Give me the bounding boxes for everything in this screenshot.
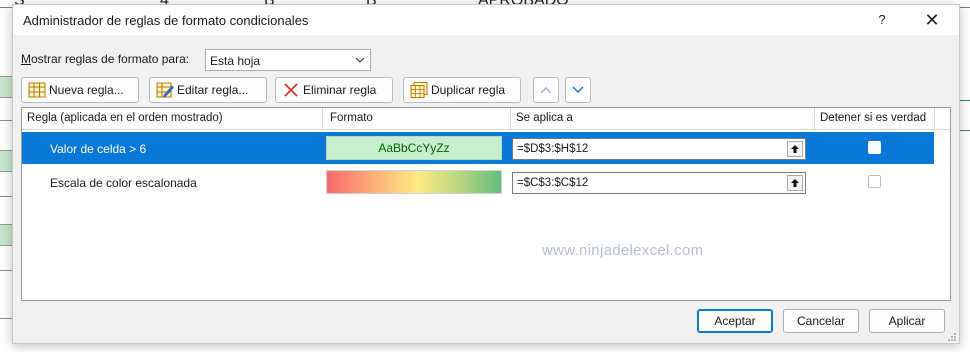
rule-row[interactable]: Valor de celda > 6 AaBbCcYyZz =$D$3:$H$1… [22, 132, 934, 164]
scope-dropdown[interactable]: Esta hoja [205, 49, 371, 71]
rules-list: Regla (aplicada en el orden mostrado) Fo… [21, 107, 951, 301]
header-stop-if-true: Detener si es verdad [820, 112, 927, 124]
header-divider [322, 108, 323, 129]
new-rule-button[interactable]: Nueva regla... [21, 77, 139, 103]
rules-toolbar: Nueva regla... Editar regla... Eliminar … [21, 77, 951, 103]
delete-icon [282, 82, 300, 98]
rule-description: Escala de color escalonada [50, 176, 197, 190]
chevron-up-icon [540, 83, 552, 97]
green-cell [0, 76, 12, 98]
format-preview [326, 170, 502, 194]
dialog-title: Administrador de reglas de formato condi… [23, 13, 309, 28]
green-cell [0, 224, 12, 246]
move-down-button[interactable] [565, 77, 591, 103]
resize-grip-icon[interactable] [947, 331, 957, 341]
grid-line [0, 270, 12, 271]
new-rule-label: Nueva regla... [49, 83, 124, 97]
duplicate-rule-label: Duplicar regla [431, 83, 506, 97]
watermark: www.ninjadelexcel.com [542, 242, 704, 259]
rule-description: Valor de celda > 6 [50, 142, 147, 156]
chevron-down-icon [350, 50, 370, 70]
accept-button[interactable]: Aceptar [697, 309, 773, 333]
applies-to-value: =$C$3:$C$12 [517, 177, 589, 189]
color-scale-preview [326, 170, 502, 194]
duplicate-rule-button[interactable]: Duplicar regla [403, 77, 521, 103]
header-divider [510, 108, 511, 129]
format-preview: AaBbCcYyZz [326, 136, 502, 160]
duplicate-icon [410, 82, 428, 98]
format-preview-text: AaBbCcYyZz [326, 136, 502, 160]
rules-header: Regla (aplicada en el orden mostrado) Fo… [22, 108, 950, 130]
applies-to-input[interactable]: =$C$3:$C$12 [512, 172, 806, 194]
applies-to-input[interactable]: =$D$3:$H$12 [512, 138, 806, 160]
grid-line [0, 120, 12, 121]
stop-if-true-checkbox[interactable] [868, 175, 881, 188]
grid-line [0, 318, 12, 319]
delete-rule-label: Eliminar regla [303, 83, 377, 97]
header-applies-to: Se aplica a [516, 112, 573, 124]
collapse-dialog-icon[interactable] [787, 141, 803, 157]
grid-line [0, 196, 12, 197]
edit-rule-button[interactable]: Editar regla... [149, 77, 267, 103]
apply-button[interactable]: Aplicar [869, 309, 945, 333]
header-divider [814, 108, 815, 129]
scope-label-accel: M [21, 52, 31, 66]
green-cell [0, 150, 12, 172]
conditional-formatting-dialog: Administrador de reglas de formato condi… [12, 4, 960, 344]
scope-label: Mostrar reglas de formato para: [21, 52, 189, 66]
delete-rule-button[interactable]: Eliminar regla [275, 77, 393, 103]
close-button[interactable]: ✕ [917, 9, 947, 31]
dialog-titlebar: Administrador de reglas de formato condi… [13, 5, 959, 35]
stop-if-true-checkbox[interactable] [868, 141, 881, 154]
table-icon [28, 82, 46, 98]
rule-row[interactable]: Escala de color escalonada =$C$3:$C$12 [22, 166, 934, 198]
header-rule: Regla (aplicada en el orden mostrado) [27, 112, 223, 124]
edit-table-icon [156, 82, 174, 98]
collapse-dialog-icon[interactable] [787, 175, 803, 191]
move-up-button[interactable] [533, 77, 559, 103]
cancel-button[interactable]: Cancelar [783, 309, 859, 333]
chevron-down-icon [572, 83, 584, 97]
header-format: Formato [330, 112, 373, 124]
applies-to-value: =$D$3:$H$12 [517, 143, 589, 155]
header-divider [934, 108, 935, 129]
edit-rule-label: Editar regla... [177, 83, 249, 97]
scope-dropdown-value: Esta hoja [210, 54, 261, 68]
help-button[interactable]: ? [867, 9, 897, 31]
scope-label-text: ostrar reglas de formato para: [31, 52, 190, 66]
